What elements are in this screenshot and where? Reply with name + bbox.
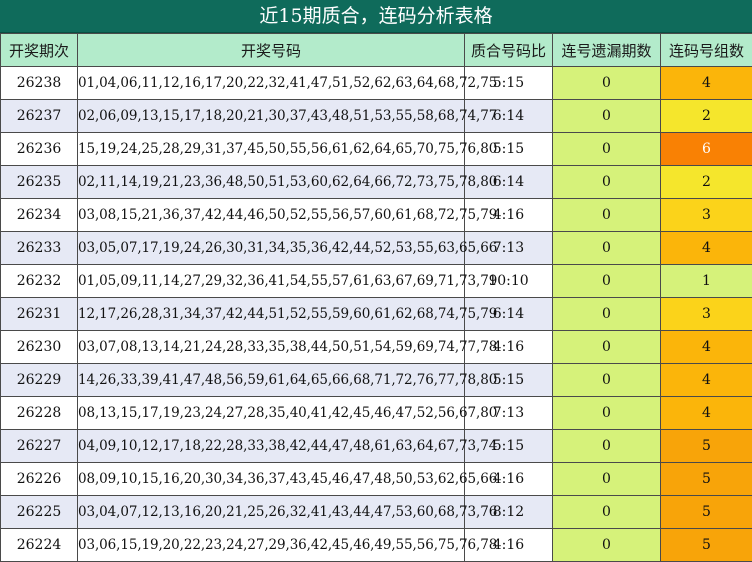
period-cell: 26236 (0, 132, 78, 166)
missing-cell: 0 (552, 297, 661, 331)
groups-cell: 4 (660, 363, 752, 397)
missing-cell: 0 (552, 198, 661, 232)
page-title: 近15期质合，连码分析表格 (0, 0, 752, 33)
numbers-cell: 01,04,06,11,12,16,17,20,22,32,41,47,51,5… (77, 66, 497, 100)
table-row: 26237 02,06,09,13,15,17,18,20,21,30,37,43… (0, 99, 752, 133)
numbers-cell: 03,08,15,21,36,37,42,44,46,50,52,55,56,5… (77, 198, 497, 232)
table-row: 26235 02,11,14,19,21,23,36,48,50,51,53,60… (0, 165, 752, 199)
table-row: 26226 08,09,10,15,16,20,30,34,36,37,43,45… (0, 462, 752, 496)
groups-cell: 3 (660, 198, 752, 232)
numbers-cell: 02,06,09,13,15,17,18,20,21,30,37,43,48,5… (77, 99, 497, 133)
table-row: 26238 01,04,06,11,12,16,17,20,22,32,41,47… (0, 66, 752, 100)
table-row: 26230 03,07,08,13,14,21,24,28,33,35,38,44… (0, 330, 752, 364)
period-cell: 26232 (0, 264, 78, 298)
period-cell: 26229 (0, 363, 78, 397)
numbers-cell: 03,07,08,13,14,21,24,28,33,35,38,44,50,5… (77, 330, 497, 364)
analysis-table: 开奖期次 开奖号码 质合号码比 连号遗漏期数 连码号组数 26238 01,04,… (0, 33, 752, 562)
missing-cell: 0 (552, 66, 661, 100)
period-cell: 26238 (0, 66, 78, 100)
period-cell: 26224 (0, 528, 78, 562)
groups-cell: 5 (660, 528, 752, 562)
table-row: 26236 15,19,24,25,28,29,31,37,45,50,55,56… (0, 132, 752, 166)
header-numbers: 开奖号码 (77, 33, 465, 67)
groups-cell: 2 (660, 99, 752, 133)
table-row: 26228 08,13,15,17,19,23,24,27,28,35,40,41… (0, 396, 752, 430)
period-cell: 26231 (0, 297, 78, 331)
groups-cell: 3 (660, 297, 752, 331)
missing-cell: 0 (552, 330, 661, 364)
period-cell: 26233 (0, 231, 78, 265)
groups-cell: 4 (660, 66, 752, 100)
numbers-cell: 15,19,24,25,28,29,31,37,45,50,55,56,61,6… (77, 132, 497, 166)
period-cell: 26227 (0, 429, 78, 463)
period-cell: 26234 (0, 198, 78, 232)
groups-cell: 5 (660, 429, 752, 463)
table-row: 26225 03,04,07,12,13,16,20,21,25,26,32,41… (0, 495, 752, 529)
groups-cell: 6 (660, 132, 752, 166)
groups-cell: 2 (660, 165, 752, 199)
table-row: 26231 12,17,26,28,31,34,37,42,44,51,52,55… (0, 297, 752, 331)
missing-cell: 0 (552, 99, 661, 133)
groups-cell: 4 (660, 396, 752, 430)
numbers-cell: 04,09,10,12,17,18,22,28,33,38,42,44,47,4… (77, 429, 497, 463)
header-period: 开奖期次 (0, 33, 78, 67)
missing-cell: 0 (552, 528, 661, 562)
missing-cell: 0 (552, 429, 661, 463)
numbers-cell: 14,26,33,39,41,47,48,56,59,61,64,65,66,6… (77, 363, 497, 397)
table-row: 26227 04,09,10,12,17,18,22,28,33,38,42,44… (0, 429, 752, 463)
period-cell: 26235 (0, 165, 78, 199)
numbers-cell: 08,13,15,17,19,23,24,27,28,35,40,41,42,4… (77, 396, 497, 430)
numbers-cell: 03,04,07,12,13,16,20,21,25,26,32,41,43,4… (77, 495, 497, 529)
header-missing: 连号遗漏期数 (552, 33, 661, 67)
table-row: 26224 03,06,15,19,20,22,23,24,27,29,36,42… (0, 528, 752, 562)
missing-cell: 0 (552, 462, 661, 496)
numbers-cell: 02,11,14,19,21,23,36,48,50,51,53,60,62,6… (77, 165, 497, 199)
groups-cell: 4 (660, 330, 752, 364)
groups-cell: 4 (660, 231, 752, 265)
period-cell: 26228 (0, 396, 78, 430)
table-row: 26233 03,05,07,17,19,24,26,30,31,34,35,36… (0, 231, 752, 265)
period-cell: 26226 (0, 462, 78, 496)
period-cell: 26230 (0, 330, 78, 364)
missing-cell: 0 (552, 231, 661, 265)
table-row: 26232 01,05,09,11,14,27,29,32,36,41,54,55… (0, 264, 752, 298)
table-body: 26238 01,04,06,11,12,16,17,20,22,32,41,47… (0, 66, 752, 562)
numbers-cell: 01,05,09,11,14,27,29,32,36,41,54,55,57,6… (77, 264, 497, 298)
missing-cell: 0 (552, 264, 661, 298)
numbers-cell: 03,06,15,19,20,22,23,24,27,29,36,42,45,4… (77, 528, 497, 562)
missing-cell: 0 (552, 132, 661, 166)
period-cell: 26225 (0, 495, 78, 529)
missing-cell: 0 (552, 495, 661, 529)
numbers-cell: 08,09,10,15,16,20,30,34,36,37,43,45,46,4… (77, 462, 497, 496)
missing-cell: 0 (552, 396, 661, 430)
period-cell: 26237 (0, 99, 78, 133)
missing-cell: 0 (552, 363, 661, 397)
missing-cell: 0 (552, 165, 661, 199)
table-row: 26234 03,08,15,21,36,37,42,44,46,50,52,55… (0, 198, 752, 232)
groups-cell: 5 (660, 462, 752, 496)
header-groups: 连码号组数 (660, 33, 752, 67)
groups-cell: 5 (660, 495, 752, 529)
table-row: 26229 14,26,33,39,41,47,48,56,59,61,64,65… (0, 363, 752, 397)
header-row: 开奖期次 开奖号码 质合号码比 连号遗漏期数 连码号组数 (0, 33, 752, 67)
header-ratio: 质合号码比 (464, 33, 553, 67)
analysis-page: 近15期质合，连码分析表格 开奖期次 开奖号码 质合号码比 连号遗漏期数 连码号… (0, 0, 752, 562)
numbers-cell: 03,05,07,17,19,24,26,30,31,34,35,36,42,4… (77, 231, 497, 265)
numbers-cell: 12,17,26,28,31,34,37,42,44,51,52,55,59,6… (77, 297, 497, 331)
groups-cell: 1 (660, 264, 752, 298)
